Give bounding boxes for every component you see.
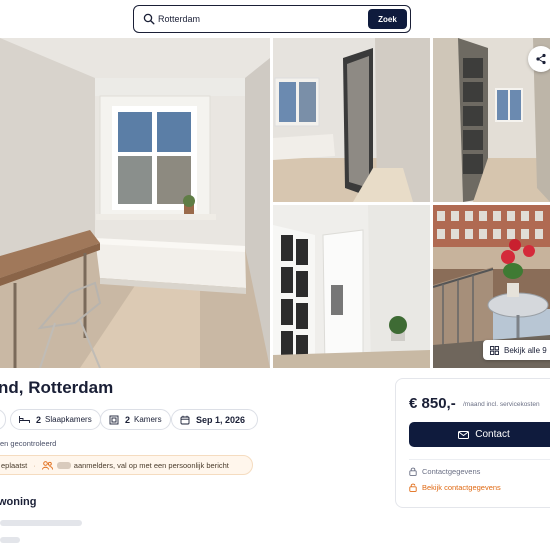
gallery-thumb-1[interactable] [273,38,430,202]
card-divider [409,459,550,460]
verified-text: en gecontroleerd [0,439,57,448]
bedrooms-label: Slaapkamers [45,415,92,424]
price: € 850,- [409,395,456,412]
view-all-photos-label: Bekijk alle 9 [504,345,547,355]
mail-icon [458,430,470,439]
feature-pill-area [0,409,6,430]
blurred-detail-line-1 [0,520,82,526]
listing-title: nd, Rotterdam [0,378,114,397]
view-contact-link[interactable]: Bekijk contactgegevens [409,483,501,492]
feature-pill-available-date: Sep 1, 2026 [171,409,259,430]
interest-banner: eplaatst · aanmelders, val op met een pe… [0,455,253,475]
feature-pill-bedrooms: 2 Slaapkamers [10,409,101,430]
door-icon [109,415,119,424]
section-title: woning [0,496,37,508]
bedrooms-count: 2 [36,414,42,425]
lock-icon [409,467,417,476]
view-all-photos-button[interactable]: Bekijk alle 9 [483,340,550,360]
search-bar[interactable]: Zoek [133,5,411,33]
grid-icon [490,345,499,355]
feature-pill-rooms: 2 Kamers [100,409,171,430]
share-button[interactable] [528,46,550,72]
contact-button[interactable]: Contact [409,422,550,447]
available-date: Sep 1, 2026 [196,414,246,425]
interest-message: aanmelders, val op met een persoonlijk b… [73,460,229,470]
search-button[interactable]: Zoek [368,9,407,29]
search-input[interactable] [158,9,368,29]
price-suffix: /maand incl. servicekosten [463,401,540,408]
contact-details-label: Contactgegevens [422,467,481,476]
contact-details-row: Contactgegevens [409,467,480,476]
contact-button-label: Contact [475,429,510,440]
people-icon [41,460,53,470]
view-contact-label: Bekijk contactgegevens [422,483,501,492]
search-icon [143,13,155,25]
lock-open-icon [409,483,417,492]
price-card: € 850,- /maand incl. servicekosten Conta… [395,378,550,508]
share-icon [536,53,546,65]
blurred-count [56,461,71,469]
calendar-icon [180,415,190,424]
rooms-count: 2 [125,414,131,425]
separator-dot: · [33,460,36,470]
rooms-label: Kamers [134,415,162,424]
blurred-detail-line-2 [0,537,20,543]
gallery-thumb-3[interactable] [273,205,430,368]
placed-text: eplaatst [1,460,28,470]
bed-icon [19,416,30,423]
main-photo[interactable] [0,38,270,368]
